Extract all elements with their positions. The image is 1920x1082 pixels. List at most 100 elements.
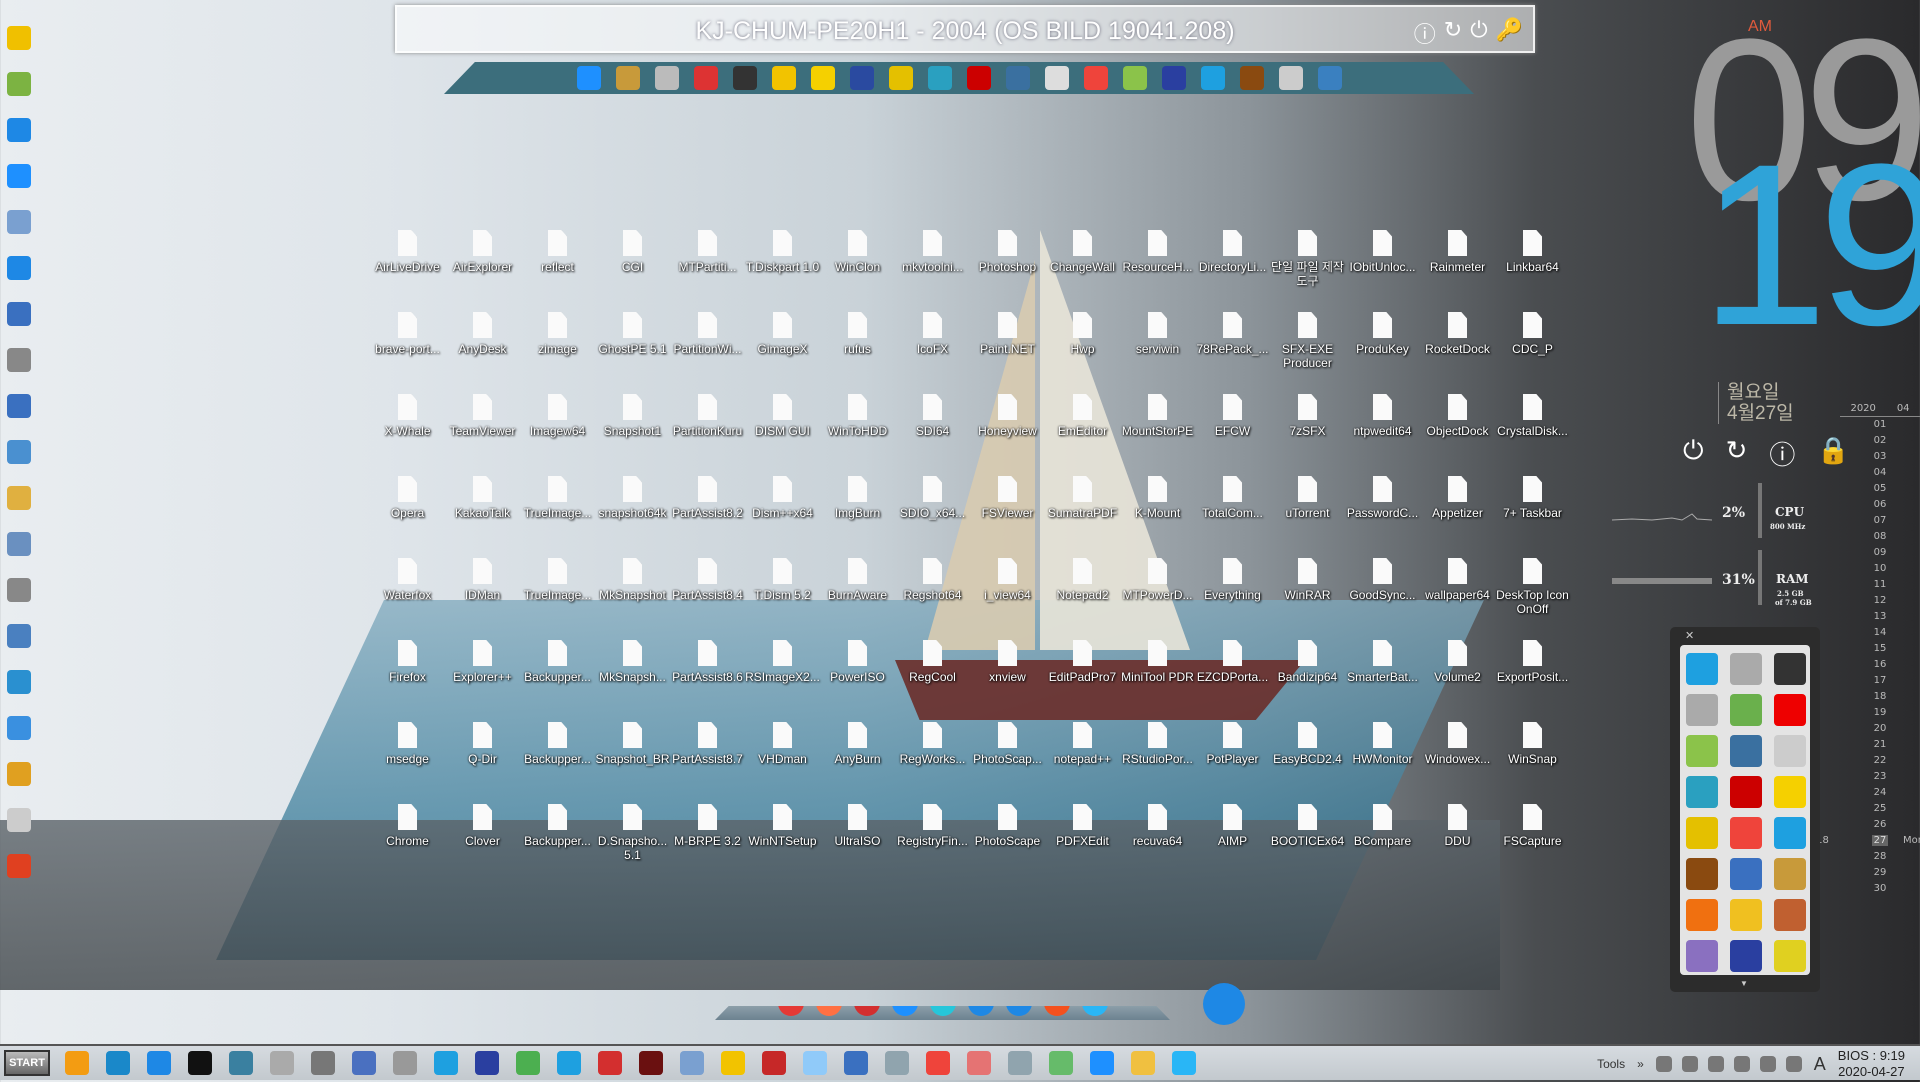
anydesk-icon[interactable] bbox=[1083, 66, 1108, 90]
desktop-icon[interactable]: Rainmeter bbox=[1420, 230, 1495, 312]
desktop-icon[interactable]: Snapshot_BR bbox=[595, 722, 670, 804]
desktop-icon[interactable]: IDMan bbox=[445, 558, 520, 640]
desktop-icon[interactable]: Paint.NET bbox=[970, 312, 1045, 394]
desktop-icon[interactable]: snapshot64k bbox=[595, 476, 670, 558]
tools-icon[interactable] bbox=[147, 1051, 171, 1075]
desktop-icon[interactable]: IcoFX bbox=[895, 312, 970, 394]
r-icon[interactable] bbox=[639, 1051, 663, 1075]
eraser-icon[interactable] bbox=[885, 1051, 909, 1075]
desktop-icon[interactable]: PasswordC... bbox=[1345, 476, 1420, 558]
desktop-icon[interactable]: RSImageX2... bbox=[745, 640, 820, 722]
paint-icon[interactable] bbox=[967, 1051, 991, 1075]
desktop-icon[interactable]: uTorrent bbox=[1270, 476, 1345, 558]
desktop-icon[interactable]: RegistryFin... bbox=[895, 804, 970, 886]
desktop-icon[interactable]: SumatraPDF bbox=[1045, 476, 1120, 558]
desktop-icon[interactable]: Volume2 bbox=[1420, 640, 1495, 722]
windows-icon[interactable] bbox=[434, 1051, 458, 1075]
desktop-icon[interactable]: Regshot64 bbox=[895, 558, 970, 640]
desktop-icon[interactable]: Explorer++ bbox=[445, 640, 520, 722]
desktop-icon[interactable]: EZCDPorta... bbox=[1195, 640, 1270, 722]
printer-icon[interactable] bbox=[844, 1051, 868, 1075]
gears-icon[interactable] bbox=[1200, 66, 1225, 90]
map-icon[interactable] bbox=[1049, 1051, 1073, 1075]
launcher-scroll-down-icon[interactable]: ▼ bbox=[1740, 979, 1748, 988]
search-icon[interactable] bbox=[654, 66, 679, 90]
drop-icon[interactable] bbox=[1681, 1056, 1698, 1072]
drive-icon[interactable] bbox=[1774, 735, 1806, 767]
desktop-icon[interactable]: DeskTop Icon OnOff bbox=[1495, 558, 1570, 640]
desktop-icon[interactable]: brave-port... bbox=[370, 312, 445, 394]
opera-icon[interactable] bbox=[853, 1006, 880, 1016]
network-drive-icon[interactable] bbox=[1278, 66, 1303, 90]
lamp-icon[interactable] bbox=[7, 72, 31, 96]
calendar-day[interactable]: 03 bbox=[1840, 449, 1920, 465]
desktop-icon[interactable]: Dism++x64 bbox=[745, 476, 820, 558]
desktop-icon[interactable]: VHDman bbox=[745, 722, 820, 804]
desktop-icon[interactable]: PartitionWi... bbox=[670, 312, 745, 394]
desktop-icon[interactable]: zimage bbox=[520, 312, 595, 394]
ccleaner-icon[interactable] bbox=[693, 66, 718, 90]
desktop-icon[interactable]: PartitionKuru bbox=[670, 394, 745, 476]
folder-icon[interactable] bbox=[1131, 1051, 1155, 1075]
desktop-icon[interactable]: ResourceH... bbox=[1120, 230, 1195, 312]
info-icon[interactable]: ⓘ bbox=[1414, 17, 1436, 49]
calendar-day[interactable]: 30 bbox=[1840, 881, 1920, 897]
backup-icon[interactable] bbox=[1005, 66, 1030, 90]
desktop-icon[interactable]: GoodSync... bbox=[1345, 558, 1420, 640]
desktop-icon[interactable]: PotPlayer bbox=[1195, 722, 1270, 804]
chrome-icon[interactable] bbox=[777, 1006, 804, 1016]
bridge-icon[interactable] bbox=[1239, 66, 1264, 90]
desktop-icon[interactable]: Backupper... bbox=[520, 722, 595, 804]
network-icon[interactable] bbox=[7, 394, 31, 418]
calendar-day[interactable]: 12 bbox=[1840, 593, 1920, 609]
calculator-icon[interactable] bbox=[1008, 1051, 1032, 1075]
shutdown-icon[interactable]: ⏻ bbox=[1683, 435, 1704, 472]
drive-icon[interactable] bbox=[1044, 66, 1069, 90]
desktop-icon[interactable]: EasyBCD2.4 bbox=[1270, 722, 1345, 804]
tools-red-icon[interactable] bbox=[762, 1051, 786, 1075]
calendar-day[interactable]: 26 bbox=[1840, 817, 1920, 833]
desktop-icon[interactable]: Waterfox bbox=[370, 558, 445, 640]
desktop-icon[interactable]: Firefox bbox=[370, 640, 445, 722]
desktop-icon[interactable]: Hwp bbox=[1045, 312, 1120, 394]
printer-icon[interactable] bbox=[7, 578, 31, 602]
desktop-icon[interactable]: SDIO_x64... bbox=[895, 476, 970, 558]
desktop-icon[interactable]: PowerISO bbox=[820, 640, 895, 722]
app-icon[interactable] bbox=[1081, 1006, 1108, 1016]
desktop-icon[interactable]: WinClon bbox=[820, 230, 895, 312]
desktop-icon[interactable]: ntpwedit64 bbox=[1345, 394, 1420, 476]
calendar-day[interactable]: 21 bbox=[1840, 737, 1920, 753]
desktop-icon[interactable]: K-Mount bbox=[1120, 476, 1195, 558]
calendar-day[interactable]: 28 bbox=[1840, 849, 1920, 865]
network-speed-icon[interactable] bbox=[1655, 1056, 1672, 1072]
desktop-icon[interactable]: i_view64 bbox=[970, 558, 1045, 640]
desktop-icon[interactable]: Bandizip64 bbox=[1270, 640, 1345, 722]
desktop-icon[interactable]: recuva64 bbox=[1120, 804, 1195, 886]
r-icon[interactable] bbox=[7, 762, 31, 786]
desktop-icon[interactable]: SFX-EXE Producer bbox=[1270, 312, 1345, 394]
network-icon[interactable] bbox=[1733, 1056, 1750, 1072]
folder-icon[interactable] bbox=[7, 486, 31, 510]
desktop-icon[interactable]: TrueImage... bbox=[520, 558, 595, 640]
calendar-day[interactable]: 18 bbox=[1840, 689, 1920, 705]
calendar-day[interactable]: 11 bbox=[1840, 577, 1920, 593]
ime-indicator[interactable]: A bbox=[1814, 1054, 1826, 1075]
cortana-icon[interactable] bbox=[1203, 983, 1245, 1025]
desktop-icon[interactable]: WinNTSetup bbox=[745, 804, 820, 886]
cmd-icon[interactable] bbox=[188, 1051, 212, 1075]
desktop-icon[interactable]: EmEditor bbox=[1045, 394, 1120, 476]
desktop-icon[interactable]: DirectoryLi... bbox=[1195, 230, 1270, 312]
key-icon[interactable] bbox=[721, 1051, 745, 1075]
desktop-icon[interactable]: PartAssist8.6 bbox=[670, 640, 745, 722]
key-icon[interactable]: 🔑 bbox=[1496, 17, 1523, 49]
ntpwedit-icon[interactable] bbox=[1774, 694, 1806, 726]
desktop-icon[interactable]: SDI64 bbox=[895, 394, 970, 476]
desktop-icon[interactable]: UltraISO bbox=[820, 804, 895, 886]
display-icon[interactable] bbox=[1785, 1056, 1802, 1072]
windows10-icon[interactable] bbox=[557, 1051, 581, 1075]
tools-icon[interactable] bbox=[1317, 66, 1342, 90]
desktop-icon[interactable]: T.Diskpart 1.0 bbox=[745, 230, 820, 312]
calendar-day[interactable]: 23 bbox=[1840, 769, 1920, 785]
desktop-icon[interactable]: ChangeWall bbox=[1045, 230, 1120, 312]
desktop-icon[interactable]: SmarterBat... bbox=[1345, 640, 1420, 722]
